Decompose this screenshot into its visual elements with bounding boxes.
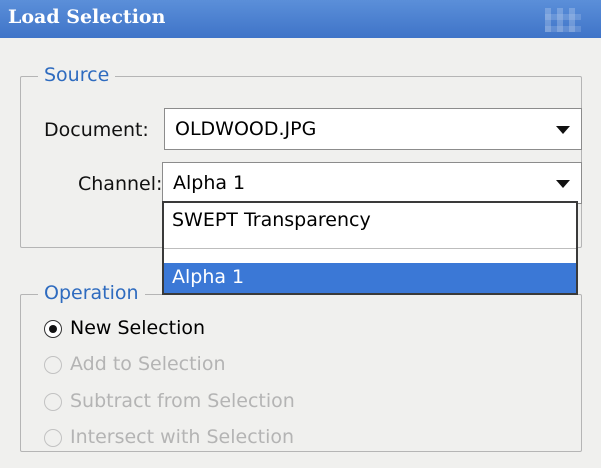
title-bar-grip (545, 8, 581, 32)
document-dropdown-button[interactable] (547, 109, 581, 149)
channel-value: Alpha 1 (173, 172, 246, 194)
channel-dropdown-list: SWEPT Transparency Alpha 1 (162, 201, 578, 295)
channel-label: Channel: (78, 173, 163, 195)
radio-indicator[interactable] (44, 320, 62, 338)
operation-legend: Operation (38, 282, 145, 304)
chevron-down-icon (556, 180, 570, 188)
channel-dropdown[interactable]: Alpha 1 (162, 162, 582, 204)
document-dropdown[interactable]: OLDWOOD.JPG (164, 108, 582, 150)
document-label: Document: (44, 119, 149, 141)
radio-indicator[interactable] (44, 429, 62, 447)
channel-option-alpha-1[interactable]: Alpha 1 (164, 263, 576, 293)
radio-indicator[interactable] (44, 356, 62, 374)
chevron-down-icon (556, 126, 570, 134)
document-value: OLDWOOD.JPG (175, 118, 317, 140)
radio-label: New Selection (70, 317, 206, 339)
channel-dropdown-button[interactable] (547, 163, 581, 203)
radio-indicator[interactable] (44, 393, 62, 411)
radio-label: Intersect with Selection (70, 426, 295, 448)
channel-option-label: Alpha 1 (172, 266, 245, 288)
radio-label: Subtract from Selection (70, 390, 295, 412)
source-legend: Source (38, 64, 116, 86)
dialog-title: Load Selection (8, 6, 166, 28)
radio-label: Add to Selection (70, 353, 226, 375)
channel-option-swept-transparency[interactable]: SWEPT Transparency (172, 209, 371, 231)
title-bar[interactable]: Load Selection (0, 0, 601, 38)
